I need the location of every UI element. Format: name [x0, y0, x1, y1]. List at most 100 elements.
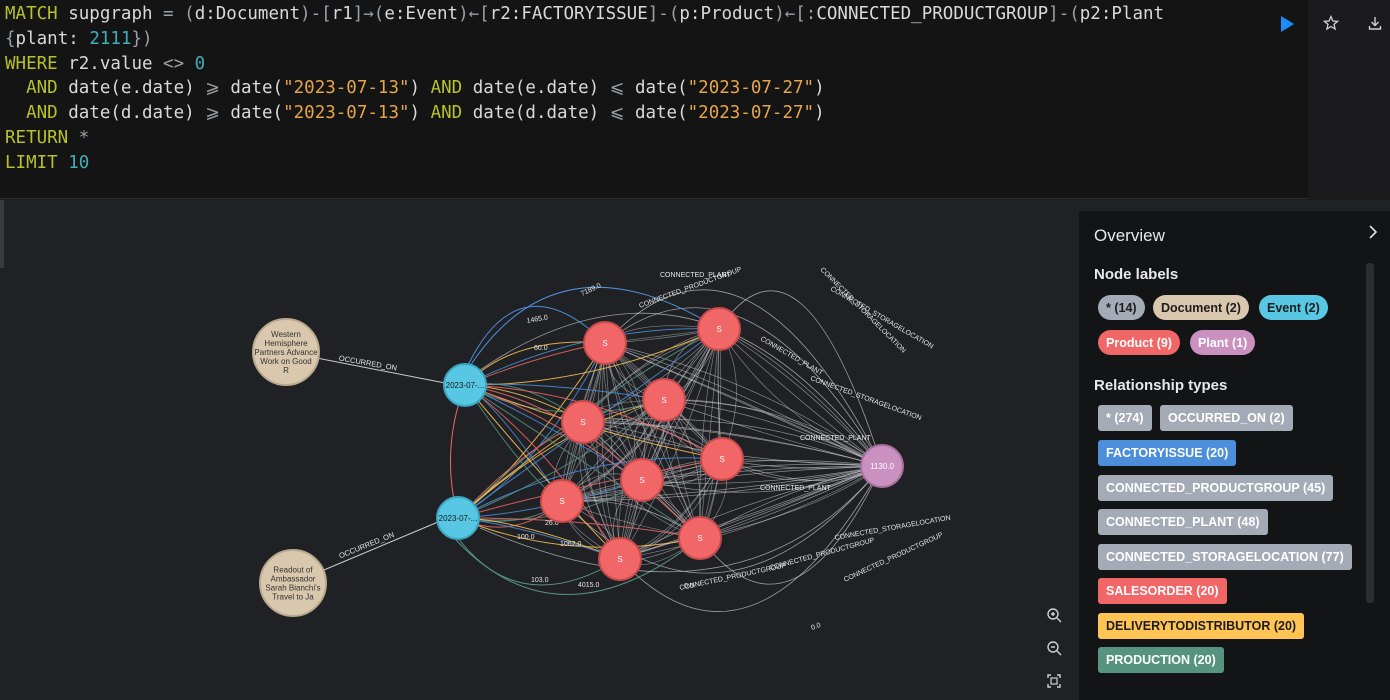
- plant-node-label: 1130.0: [870, 462, 894, 471]
- query-token: ⩽: [609, 78, 625, 99]
- query-token: r2.value: [57, 53, 164, 74]
- query-token: supgraph: [57, 4, 164, 24]
- query-token: e:Event: [384, 4, 459, 24]
- relationship-type-chip[interactable]: SALESORDER (20): [1098, 578, 1227, 604]
- relationship-type-chip[interactable]: CONNECTED_PRODUCTGROUP (45): [1098, 475, 1334, 501]
- query-token: [5, 103, 26, 123]
- edge-label: 4015.0: [578, 582, 600, 589]
- query-token: "2023-07-27": [687, 78, 815, 99]
- query-token: "2023-07-13": [283, 78, 410, 99]
- collapse-panel-button[interactable]: [1363, 221, 1383, 243]
- query-token: [184, 54, 195, 74]
- query-token: plant:: [15, 28, 90, 49]
- edge-label: CONNECTED_PLANT: [800, 435, 872, 442]
- query-token: <>: [163, 53, 185, 74]
- relationship-edge: [663, 399, 883, 467]
- document-node-label: Partners Advance: [254, 348, 318, 357]
- query-token: )-[: [300, 4, 332, 24]
- query-token: AND: [26, 103, 58, 124]
- query-editor[interactable]: MATCH supgraph = (d:Document)-[r1]→(e:Ev…: [0, 0, 1308, 199]
- product-node-label: S: [697, 534, 702, 543]
- query-toolbar: [1281, 0, 1390, 198]
- relationship-type-chip[interactable]: CONNECTED_PLANT (48): [1098, 509, 1268, 535]
- event-node-label: 2023-07-...: [446, 381, 485, 390]
- node-label-chip[interactable]: Document (2): [1153, 295, 1249, 320]
- query-token: LIMIT: [5, 152, 58, 173]
- query-token: =: [163, 4, 174, 24]
- cypher-query-text[interactable]: MATCH supgraph = (d:Document)-[r1]→(e:Ev…: [5, 2, 1164, 176]
- query-token: AND: [26, 78, 58, 99]
- zoom-in-icon: [1047, 608, 1062, 623]
- relationship-edge: [663, 399, 883, 467]
- query-token: *: [78, 127, 90, 148]
- run-query-button[interactable]: [1274, 11, 1300, 37]
- play-icon: [1281, 16, 1294, 32]
- edge-label: 103.0: [531, 577, 549, 584]
- favorite-button[interactable]: [1318, 10, 1344, 36]
- query-token: 10: [68, 152, 90, 173]
- query-token: r1: [331, 4, 353, 24]
- query-token: ): [814, 103, 825, 124]
- node-label-chip[interactable]: Event (2): [1259, 295, 1328, 320]
- product-node-label: S: [617, 555, 622, 564]
- panel-scrollbar[interactable]: [1366, 263, 1374, 603]
- edge-label: 7189.0: [580, 282, 602, 297]
- query-token: date(: [624, 78, 688, 99]
- zoom-to-fit-button[interactable]: [1039, 666, 1069, 696]
- node-label-chip[interactable]: * (14): [1098, 295, 1145, 320]
- query-token: AND: [430, 78, 463, 99]
- document-node-label: R: [283, 366, 289, 375]
- product-node-label: S: [580, 418, 585, 427]
- zoom-out-button[interactable]: [1039, 633, 1069, 663]
- relationship-types-heading: Relationship types: [1094, 377, 1228, 394]
- resize-handle[interactable]: [0, 200, 4, 268]
- relationship-type-chip[interactable]: FACTORYISSUE (20): [1098, 440, 1237, 466]
- download-icon: [1368, 17, 1382, 30]
- document-node-label: Sarah Bianchi's: [265, 584, 320, 593]
- star-icon: [1323, 15, 1339, 31]
- node-label-chip[interactable]: Plant (1): [1190, 330, 1256, 355]
- query-token: ⩾: [205, 78, 220, 99]
- product-node-label: S: [602, 339, 607, 348]
- query-token: r2:FACTORYISSUE: [489, 4, 648, 24]
- query-token: AND: [430, 103, 463, 124]
- query-token: ): [814, 78, 825, 99]
- query-token: ⩽: [609, 103, 625, 124]
- node-label-chip[interactable]: Product (9): [1098, 330, 1180, 355]
- event-node-label: 2023-07-...: [439, 514, 478, 523]
- query-token: date(d.date): [57, 103, 206, 124]
- product-node-label: S: [719, 455, 724, 464]
- query-token: ⩾: [205, 103, 220, 124]
- query-token: ]→(: [352, 4, 385, 24]
- chevron-right-icon: [1369, 225, 1378, 239]
- query-token: date(: [219, 78, 284, 99]
- query-token: "2023-07-13": [283, 103, 410, 124]
- relationship-type-chip[interactable]: DELIVERYTODISTRIBUTOR (20): [1098, 613, 1305, 639]
- overview-panel: Overview Node labels * (14) Document (2) E…: [1079, 211, 1390, 700]
- document-node-label: Western: [271, 330, 301, 339]
- edge-label: CONNECTED_STORAGELOCATION: [819, 266, 907, 354]
- query-token: CONNECTED_PRODUCTGROUP: [816, 4, 1049, 24]
- edge-label: OCCURRED_ON: [338, 354, 397, 373]
- query-token: [68, 128, 79, 148]
- edge-label: CONNECTED_STORAGELOCATION: [809, 375, 922, 422]
- product-node-label: S: [639, 476, 644, 485]
- relationship-type-chip[interactable]: PRODUCTION (20): [1098, 647, 1224, 673]
- query-token: RETURN: [5, 127, 69, 148]
- edge-label: 1465.0: [526, 314, 548, 325]
- relationship-type-chip[interactable]: OCCURRED_ON (2): [1160, 405, 1293, 431]
- zoom-in-button[interactable]: [1039, 600, 1069, 630]
- relationship-type-chip[interactable]: CONNECTED_STORAGELOCATION (77): [1098, 544, 1352, 570]
- document-node-label: Readout of: [273, 566, 313, 575]
- edge-label: CONNECTED_PRODUCTGROUP: [843, 531, 945, 583]
- node-labels-heading: Node labels: [1094, 266, 1179, 283]
- graph-visualization[interactable]: OCCURRED_ONOCCURRED_ONCONNECTED_PLANTCON…: [0, 200, 1079, 700]
- query-token: [174, 4, 185, 24]
- query-token: p:Product: [679, 4, 775, 24]
- download-button[interactable]: [1362, 10, 1388, 36]
- relationship-type-chip[interactable]: * (274): [1098, 405, 1152, 431]
- query-token: d:Document: [194, 4, 301, 24]
- query-token: }): [131, 28, 153, 49]
- query-token: "2023-07-27": [687, 103, 815, 124]
- query-token: 2111: [89, 28, 132, 49]
